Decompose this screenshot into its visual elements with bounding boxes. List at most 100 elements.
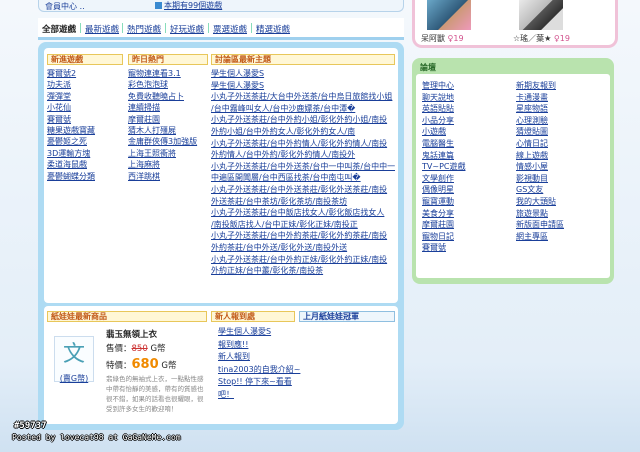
forum-board-link[interactable]: 線上遊戲 [516, 150, 564, 162]
forum-topic-link[interactable]: 外約正妹/台中叢/彰化茶/南投茶 [211, 265, 395, 277]
forum-topic-link[interactable]: 小丸子外送茶莊/台中外約茶莊/彰化外約茶莊/南投 [211, 230, 395, 242]
hot-game-link[interactable]: 西洋跳棋 [128, 171, 208, 182]
forum-board-link[interactable]: 聊天說地 [422, 92, 465, 104]
tab-all-games[interactable]: 全部遊戲 [42, 23, 76, 35]
news-link[interactable]: 報到應!! [218, 339, 300, 352]
forum-topic-link[interactable]: 小丸子外送茶莊/大台中外送茶/台中烏日旅館找小姐 [211, 91, 395, 103]
forum-board-link[interactable]: 旅遊景點 [516, 208, 564, 220]
forum-board-link[interactable]: 管理中心 [422, 80, 465, 92]
forum-board-link[interactable]: TV~PC遊戲 [422, 161, 465, 173]
forum-topic-link[interactable]: /南投飯店找人/台中正妹/彰化正妹/南投正 [211, 219, 395, 231]
tab-fun-games[interactable]: 好玩遊戲 [170, 23, 204, 35]
news-link[interactable]: 新人報到 [218, 351, 300, 364]
forum-board-link[interactable]: 新版面申請區 [516, 219, 564, 231]
forum-board-link[interactable]: 心理測驗 [516, 115, 564, 127]
forum-topic-link[interactable]: /台中霧峰叫女人/台中沙鹿嫖茶/台中潭� [211, 103, 395, 115]
forum-board-link[interactable]: 小品分享 [422, 115, 465, 127]
hot-game-link[interactable]: 寵物連連看3.1 [128, 68, 208, 79]
paperdoll-queen-header: 上月紙娃娃冠軍 [299, 311, 395, 322]
buy-gcoin-link[interactable]: (賣G幣) [55, 373, 93, 384]
forum-topic-link[interactable]: 小丸子外送茶莊/台中外約情人/彰化外約情人/南投 [211, 138, 395, 150]
forum-topic-link[interactable]: 學生個人瀑愛S [211, 80, 395, 92]
tab-new-games[interactable]: 最新遊戲 [85, 23, 119, 35]
hot-game-link[interactable]: 上海麻將 [128, 159, 208, 170]
forum-topic-link[interactable]: 外約小姐/台中外約女人/彰化外約女人/南 [211, 126, 395, 138]
product-title[interactable]: 翡玉無領上衣 [106, 328, 157, 340]
forum-topic-link[interactable]: 小丸子外送茶莊/台中飯店找女人/彰化飯店找女人 [211, 207, 395, 219]
forum-topic-link[interactable]: 外約情人/台中外約/彰化外約情人/南投外 [211, 149, 395, 161]
forum-topic-link[interactable]: 外約茶莊/台中外送/彰化外送/南投外送 [211, 242, 395, 254]
member-center-link[interactable]: 會員中心 ‥ [45, 1, 85, 12]
new-game-link[interactable]: 功夫派 [47, 79, 123, 90]
hot-game-link[interactable]: 免費收聽曉占卜 [128, 91, 208, 102]
forum-board-link[interactable]: GS文友 [516, 184, 564, 196]
forum-topic-link[interactable]: 小丸子外送茶莊/台中外約正妹/彰化外約正妹/南投 [211, 254, 395, 266]
forum-board-link[interactable]: 小遊戲 [422, 126, 465, 138]
profile-age: 19 [453, 34, 464, 43]
hot-game-link[interactable]: 連續掃描 [128, 102, 208, 113]
news-link[interactable]: 吧！ [218, 389, 300, 402]
new-game-link[interactable]: 憂鬱蝴蝶分類 [47, 171, 123, 182]
game-tabs: 全部遊戲 最新遊戲 熱門遊戲 好玩遊戲 票選遊戲 精選遊戲 [38, 18, 404, 40]
hot-game-link[interactable]: 金庸群俠傳3加強版 [128, 136, 208, 147]
forum-board-link[interactable]: 心情日記 [516, 138, 564, 150]
forum-topic-link[interactable]: 外送茶莊/台中茶坊/彰化茶坊/南投茶坊 [211, 196, 395, 208]
forum-board-link[interactable]: 寵物日記 [422, 231, 465, 243]
hot-game-link[interactable]: 彩色泡泡球 [128, 79, 208, 90]
forum-board-link[interactable]: 寵寶運動 [422, 196, 465, 208]
forum-board-link[interactable]: 賽爾號 [422, 242, 465, 254]
forum-board-column: 管理中心 聊天說地 英語貼貼 小品分享 小遊戲 電腦醫生 鬼話連篇 TV~PC遊戲 文學創作 偶像… [422, 80, 465, 254]
tab-voted-games[interactable]: 票選遊戲 [213, 23, 247, 35]
forum-board-link[interactable]: 偶像明星 [422, 184, 465, 196]
forum-board-link[interactable]: 影視動目 [516, 173, 564, 185]
forum-board-link[interactable]: 美食分享 [422, 208, 465, 220]
tab-hot-games[interactable]: 熱門遊戲 [127, 23, 161, 35]
forum-board-link[interactable]: 網主專區 [516, 231, 564, 243]
forum-topics-list: 學生個人瀑愛S 學生個人瀑愛S 小丸子外送茶莊/大台中外送茶/台中烏日旅館找小姐/台… [211, 68, 395, 277]
new-game-link[interactable]: 3D運輸方塊 [47, 148, 123, 159]
forum-board-link[interactable]: 英語貼貼 [422, 103, 465, 115]
avatar[interactable] [519, 0, 563, 30]
forum-board-link[interactable]: 電腦醫生 [422, 138, 465, 150]
forum-board-link[interactable]: 情感小屋 [516, 161, 564, 173]
forum-board-link[interactable]: 摩爾莊園 [422, 219, 465, 231]
hot-game-link[interactable]: 上海王照衝將 [128, 148, 208, 159]
forum-panel: 論壇 管理中心 聊天說地 英語貼貼 小品分享 小遊戲 電腦醫生 鬼話連篇 TV~PC遊戲 文學創… [412, 58, 614, 284]
news-link[interactable]: Stop!! 停下來~看看 [218, 376, 300, 389]
forum-board-link[interactable]: 文學創作 [422, 173, 465, 185]
forum-board-link[interactable]: 我的大頭貼 [516, 196, 564, 208]
forum-topic-link[interactable]: 學生個人瀑愛S [211, 68, 395, 80]
new-games-list: 賽爾號2 功夫派 彈彈堂 小花仙 賽爾號 糖果遊戲寶藏 憂鬱姬之死 3D運輸方塊 柔道海鼠戲 憂鬱… [47, 68, 123, 182]
new-game-link[interactable]: 憂鬱姬之死 [47, 136, 123, 147]
hot-game-link[interactable]: 摩爾莊園 [128, 114, 208, 125]
forum-topic-link[interactable]: 小丸子外送茶莊/台中外送茶/台中一中叫茶/台中中一 [211, 161, 395, 173]
new-game-link[interactable]: 糖果遊戲寶藏 [47, 125, 123, 136]
forum-board-link[interactable]: 新期友報到 [516, 80, 564, 92]
forum-topic-link[interactable]: 小丸子外送茶莊/台中外約小姐/彰化外約小姐/南投 [211, 114, 395, 126]
tab-featured-games[interactable]: 精選遊戲 [256, 23, 290, 35]
new-game-link[interactable]: 賽爾號2 [47, 68, 123, 79]
profile-age: 19 [559, 34, 570, 43]
profile-card[interactable]: 呆阿獸 ♀19 [421, 0, 481, 44]
forum-board-link[interactable]: 星座物語 [516, 103, 564, 115]
profile-card[interactable]: ☆瑤／葉★ ♀19 [513, 0, 573, 44]
forum-topic-link[interactable]: 小丸子外送茶莊/台中外送茶莊/彰化外送茶莊/南投 [211, 184, 395, 196]
avatar[interactable] [427, 0, 471, 30]
forum-board-link[interactable]: 卡通漫畫 [516, 92, 564, 104]
news-link[interactable]: tina2003的自我介紹~ [218, 364, 300, 377]
forum-board-link[interactable]: 鬼話連篇 [422, 150, 465, 162]
news-list: 學生個人瀑愛S 報到應!! 新人報到 tina2003的自我介紹~ Stop!! 停下來… [218, 326, 300, 401]
hot-game-link[interactable]: 猜木人打殭屍 [128, 125, 208, 136]
weekly-games-link[interactable]: 本期有99個遊戲 [155, 0, 222, 11]
news-link[interactable]: 學生個人瀑愛S [218, 326, 300, 339]
new-games-header: 新進遊戲 [47, 54, 123, 65]
new-game-link[interactable]: 彈彈堂 [47, 91, 123, 102]
new-game-link[interactable]: 柔道海鼠戲 [47, 159, 123, 170]
product-image[interactable]: 文 (賣G幣) [54, 336, 94, 384]
main-panel: 新進遊戲 賽爾號2 功夫派 彈彈堂 小花仙 賽爾號 糖果遊戲寶藏 憂鬱姬之死 3D運輸方塊 柔道… [38, 42, 404, 430]
watermark-credit: Posted by lovecat98 at GaGaNeMe.com [12, 433, 181, 442]
forum-topic-link[interactable]: 中遍區開聞層/台中西區找茶/台中南屯叫� [211, 172, 395, 184]
new-game-link[interactable]: 小花仙 [47, 102, 123, 113]
forum-board-link[interactable]: 猜燈貼圖 [516, 126, 564, 138]
new-game-link[interactable]: 賽爾號 [47, 114, 123, 125]
